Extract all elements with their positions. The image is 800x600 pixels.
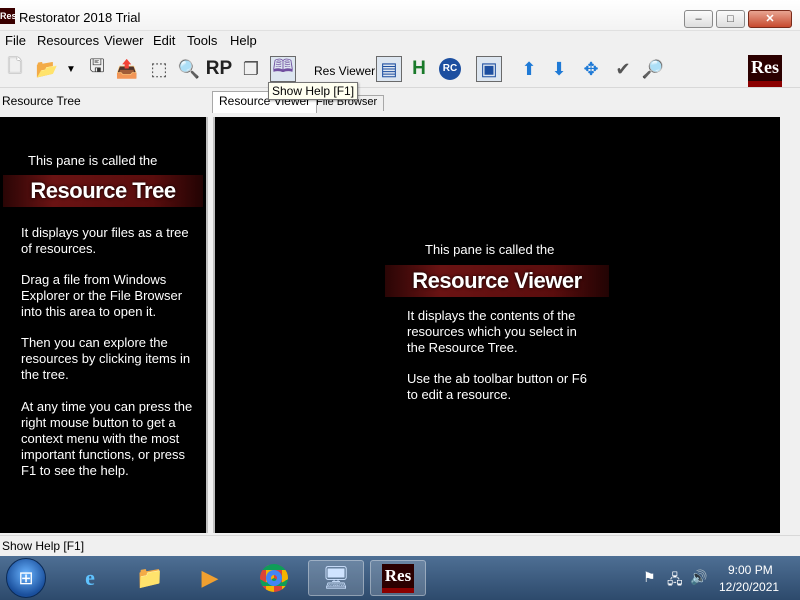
left-para-3: Then you can explore the resources by cl… — [21, 335, 191, 382]
clock-date[interactable]: 12/20/2021 — [719, 580, 779, 594]
menu-edit[interactable]: Edit — [153, 33, 175, 48]
view-auto-button[interactable]: ▤ — [376, 56, 402, 82]
app-icon: Res — [0, 8, 17, 24]
taskbar-media-player[interactable]: ▶ — [182, 560, 238, 596]
folder-icon: 📁 — [136, 565, 164, 590]
app-window: Res Restorator 2018 Trial ‒ □ ✕ File Res… — [0, 0, 800, 556]
menu-help[interactable]: Help — [230, 33, 257, 48]
toolbar: 🗋 📂 ▼ 🖫 📤 ⬚ 🔍 RP ❐ 🕮 Res Viewer: ▤ H RC … — [0, 52, 800, 88]
lasso-button[interactable]: ⬚ — [146, 56, 172, 82]
left-para-1: It displays your files as a tree of reso… — [21, 225, 189, 256]
lasso-icon: ⬚ — [150, 58, 168, 79]
edit-mode-icon: ▣ — [480, 58, 498, 79]
window-title: Restorator 2018 Trial — [19, 10, 141, 25]
magnify-page-icon: 🔎 — [641, 58, 665, 79]
move-up-button[interactable]: ⬆ — [516, 56, 542, 82]
resource-viewer-pane[interactable]: This pane is called the Resource Viewer … — [213, 117, 780, 533]
taskbar-explorer[interactable]: 📁 — [122, 560, 178, 596]
search-icon: 🔍 — [177, 58, 201, 79]
check-button[interactable]: ✔ — [610, 56, 636, 82]
media-player-icon: ▶ — [201, 565, 219, 590]
taskbar-ie[interactable]: e — [62, 560, 118, 596]
rc-icon: RC — [439, 58, 461, 80]
network-icon[interactable]: 🖧 — [667, 569, 683, 593]
right-gutter — [780, 117, 800, 533]
start-button[interactable]: ⊞ — [6, 558, 46, 598]
restorator-icon: Res — [381, 563, 415, 593]
help-button[interactable]: 🕮 — [270, 56, 296, 82]
title-bar[interactable]: Res Restorator 2018 Trial ‒ □ ✕ — [0, 0, 800, 31]
internet-explorer-icon: e — [85, 565, 95, 590]
resource-patcher-button[interactable]: RP — [206, 56, 232, 82]
new-button[interactable]: 🗋 — [2, 56, 28, 82]
minimize-icon: ‒ — [695, 13, 702, 25]
resource-tree-pane[interactable]: This pane is called the Resource Tree It… — [0, 117, 208, 533]
move-arrows-icon: ✥ — [583, 58, 599, 79]
save-icon: 🖫 — [89, 56, 105, 76]
minimize-button[interactable]: ‒ — [684, 10, 713, 28]
menu-viewer[interactable]: Viewer — [104, 33, 144, 48]
menu-bar: File Resources Viewer Edit Tools Help — [0, 31, 800, 51]
left-para-4: At any time you can press the right mous… — [21, 399, 193, 478]
res-logo: Res — [748, 55, 782, 87]
resource-tree-banner: Resource Tree — [3, 175, 203, 207]
taskbar-control-panel[interactable]: 🖥 — [308, 560, 364, 596]
arrow-down-icon: ⬇ — [551, 58, 567, 79]
move-down-button[interactable]: ⬇ — [546, 56, 572, 82]
menu-resources[interactable]: Resources — [37, 33, 99, 48]
control-panel-icon: 🖥 — [322, 565, 350, 590]
search-button[interactable]: 🔍 — [176, 56, 202, 82]
menu-tools[interactable]: Tools — [187, 33, 217, 48]
arrow-up-icon: ⬆ — [521, 58, 537, 79]
taskbar-restorator[interactable]: Res — [370, 560, 426, 596]
zoom-button[interactable]: 🔎 — [640, 56, 666, 82]
new-file-icon: 🗋 — [7, 56, 23, 76]
rp-icon: RP — [205, 58, 233, 79]
right-pane-heading: This pane is called the — [425, 242, 555, 257]
taskbar: ⊞ e 📁 ▶ 🖥 Res ⚑ 🖧 🔊 9:00 PM 12/20/2021 — [0, 556, 800, 600]
hex-icon: H — [412, 58, 426, 79]
open-dropdown-button[interactable]: ▼ — [64, 56, 78, 82]
status-bar: Show Help [F1] — [0, 535, 800, 556]
volume-icon[interactable]: 🔊 — [690, 569, 707, 586]
save-button[interactable]: 🖫 — [84, 56, 110, 82]
chrome-icon — [260, 564, 288, 592]
export-icon: 📤 — [115, 58, 139, 79]
status-text: Show Help [F1] — [2, 539, 85, 553]
help-book-icon: 🕮 — [272, 56, 294, 76]
copy-icon: ❐ — [242, 58, 260, 79]
left-para-2: Drag a file from Windows Explorer or the… — [21, 272, 183, 319]
view-hex-button[interactable]: H — [406, 56, 432, 82]
clock-time[interactable]: 9:00 PM — [728, 563, 773, 577]
res-viewer-label: Res Viewer: — [314, 64, 379, 78]
maximize-button[interactable]: □ — [716, 10, 745, 28]
edit-mode-button[interactable]: ▣ — [476, 56, 502, 82]
menu-file[interactable]: File — [5, 33, 26, 48]
resource-viewer-banner: Resource Viewer — [385, 265, 609, 297]
left-pane-heading: This pane is called the — [28, 153, 158, 168]
checkmark-icon: ✔ — [615, 58, 631, 79]
maximize-icon: □ — [727, 13, 734, 25]
view-rc-button[interactable]: RC — [437, 56, 463, 82]
taskbar-chrome[interactable] — [246, 560, 302, 596]
move-all-button[interactable]: ✥ — [578, 56, 604, 82]
dropdown-arrow-icon: ▼ — [66, 63, 76, 75]
close-icon: ✕ — [765, 13, 775, 25]
open-button[interactable]: 📂 — [34, 56, 60, 82]
copy-button[interactable]: ❐ — [238, 56, 264, 82]
resource-tree-header: Resource Tree — [2, 94, 81, 108]
export-button[interactable]: 📤 — [114, 56, 140, 82]
action-center-icon[interactable]: ⚑ — [643, 569, 656, 586]
right-para-1: It displays the contents of the resource… — [407, 308, 577, 355]
open-folder-icon: 📂 — [35, 58, 59, 79]
right-para-2: Use the ab toolbar button or F6 to edit … — [407, 371, 587, 402]
close-button[interactable]: ✕ — [748, 10, 792, 28]
view-window-icon: ▤ — [380, 58, 398, 79]
windows-logo-icon: ⊞ — [18, 567, 34, 588]
tooltip: Show Help [F1] — [268, 82, 359, 100]
